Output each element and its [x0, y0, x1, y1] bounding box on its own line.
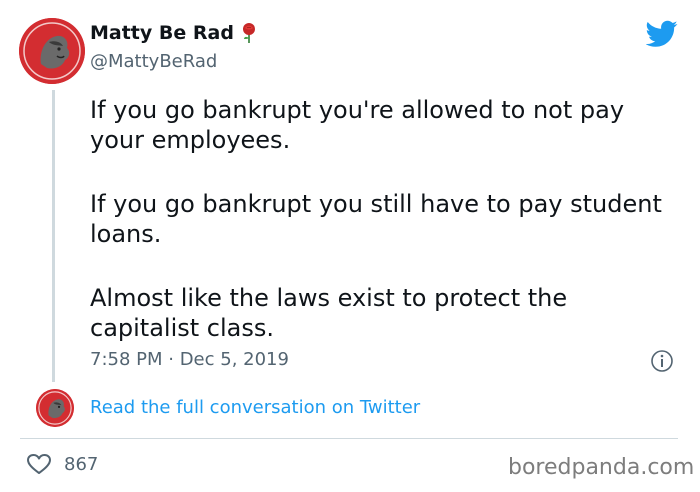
tweet-body: If you go bankrupt you're allowed to not…	[90, 95, 680, 343]
thread-connector-line	[52, 90, 55, 382]
tweet-paragraph: If you go bankrupt you still have to pay…	[90, 190, 662, 248]
author-name-row: Matty Be Rad	[90, 22, 258, 44]
source-watermark: boredpanda.com	[508, 455, 695, 480]
tweet-paragraph: If you go bankrupt you're allowed to not…	[90, 96, 625, 154]
rose-icon	[242, 23, 255, 43]
avatar-coin-image	[19, 18, 85, 84]
divider	[20, 438, 678, 439]
author-display-name[interactable]: Matty Be Rad	[90, 22, 234, 44]
like-count: 867	[64, 453, 99, 475]
heart-icon[interactable]	[26, 453, 52, 475]
twitter-bird-icon[interactable]	[646, 20, 678, 48]
reply-avatar[interactable]	[36, 389, 74, 427]
profile-avatar[interactable]	[19, 18, 85, 84]
avatar-coin-image	[36, 389, 74, 427]
info-icon[interactable]	[650, 349, 674, 373]
author-handle[interactable]: @MattyBeRad	[90, 51, 217, 72]
tweet-timestamp[interactable]: 7:58 PM · Dec 5, 2019	[90, 349, 289, 370]
tweet-paragraph: Almost like the laws exist to protect th…	[90, 284, 568, 342]
read-conversation-link[interactable]: Read the full conversation on Twitter	[90, 397, 420, 418]
like-action[interactable]: 867	[26, 453, 98, 475]
